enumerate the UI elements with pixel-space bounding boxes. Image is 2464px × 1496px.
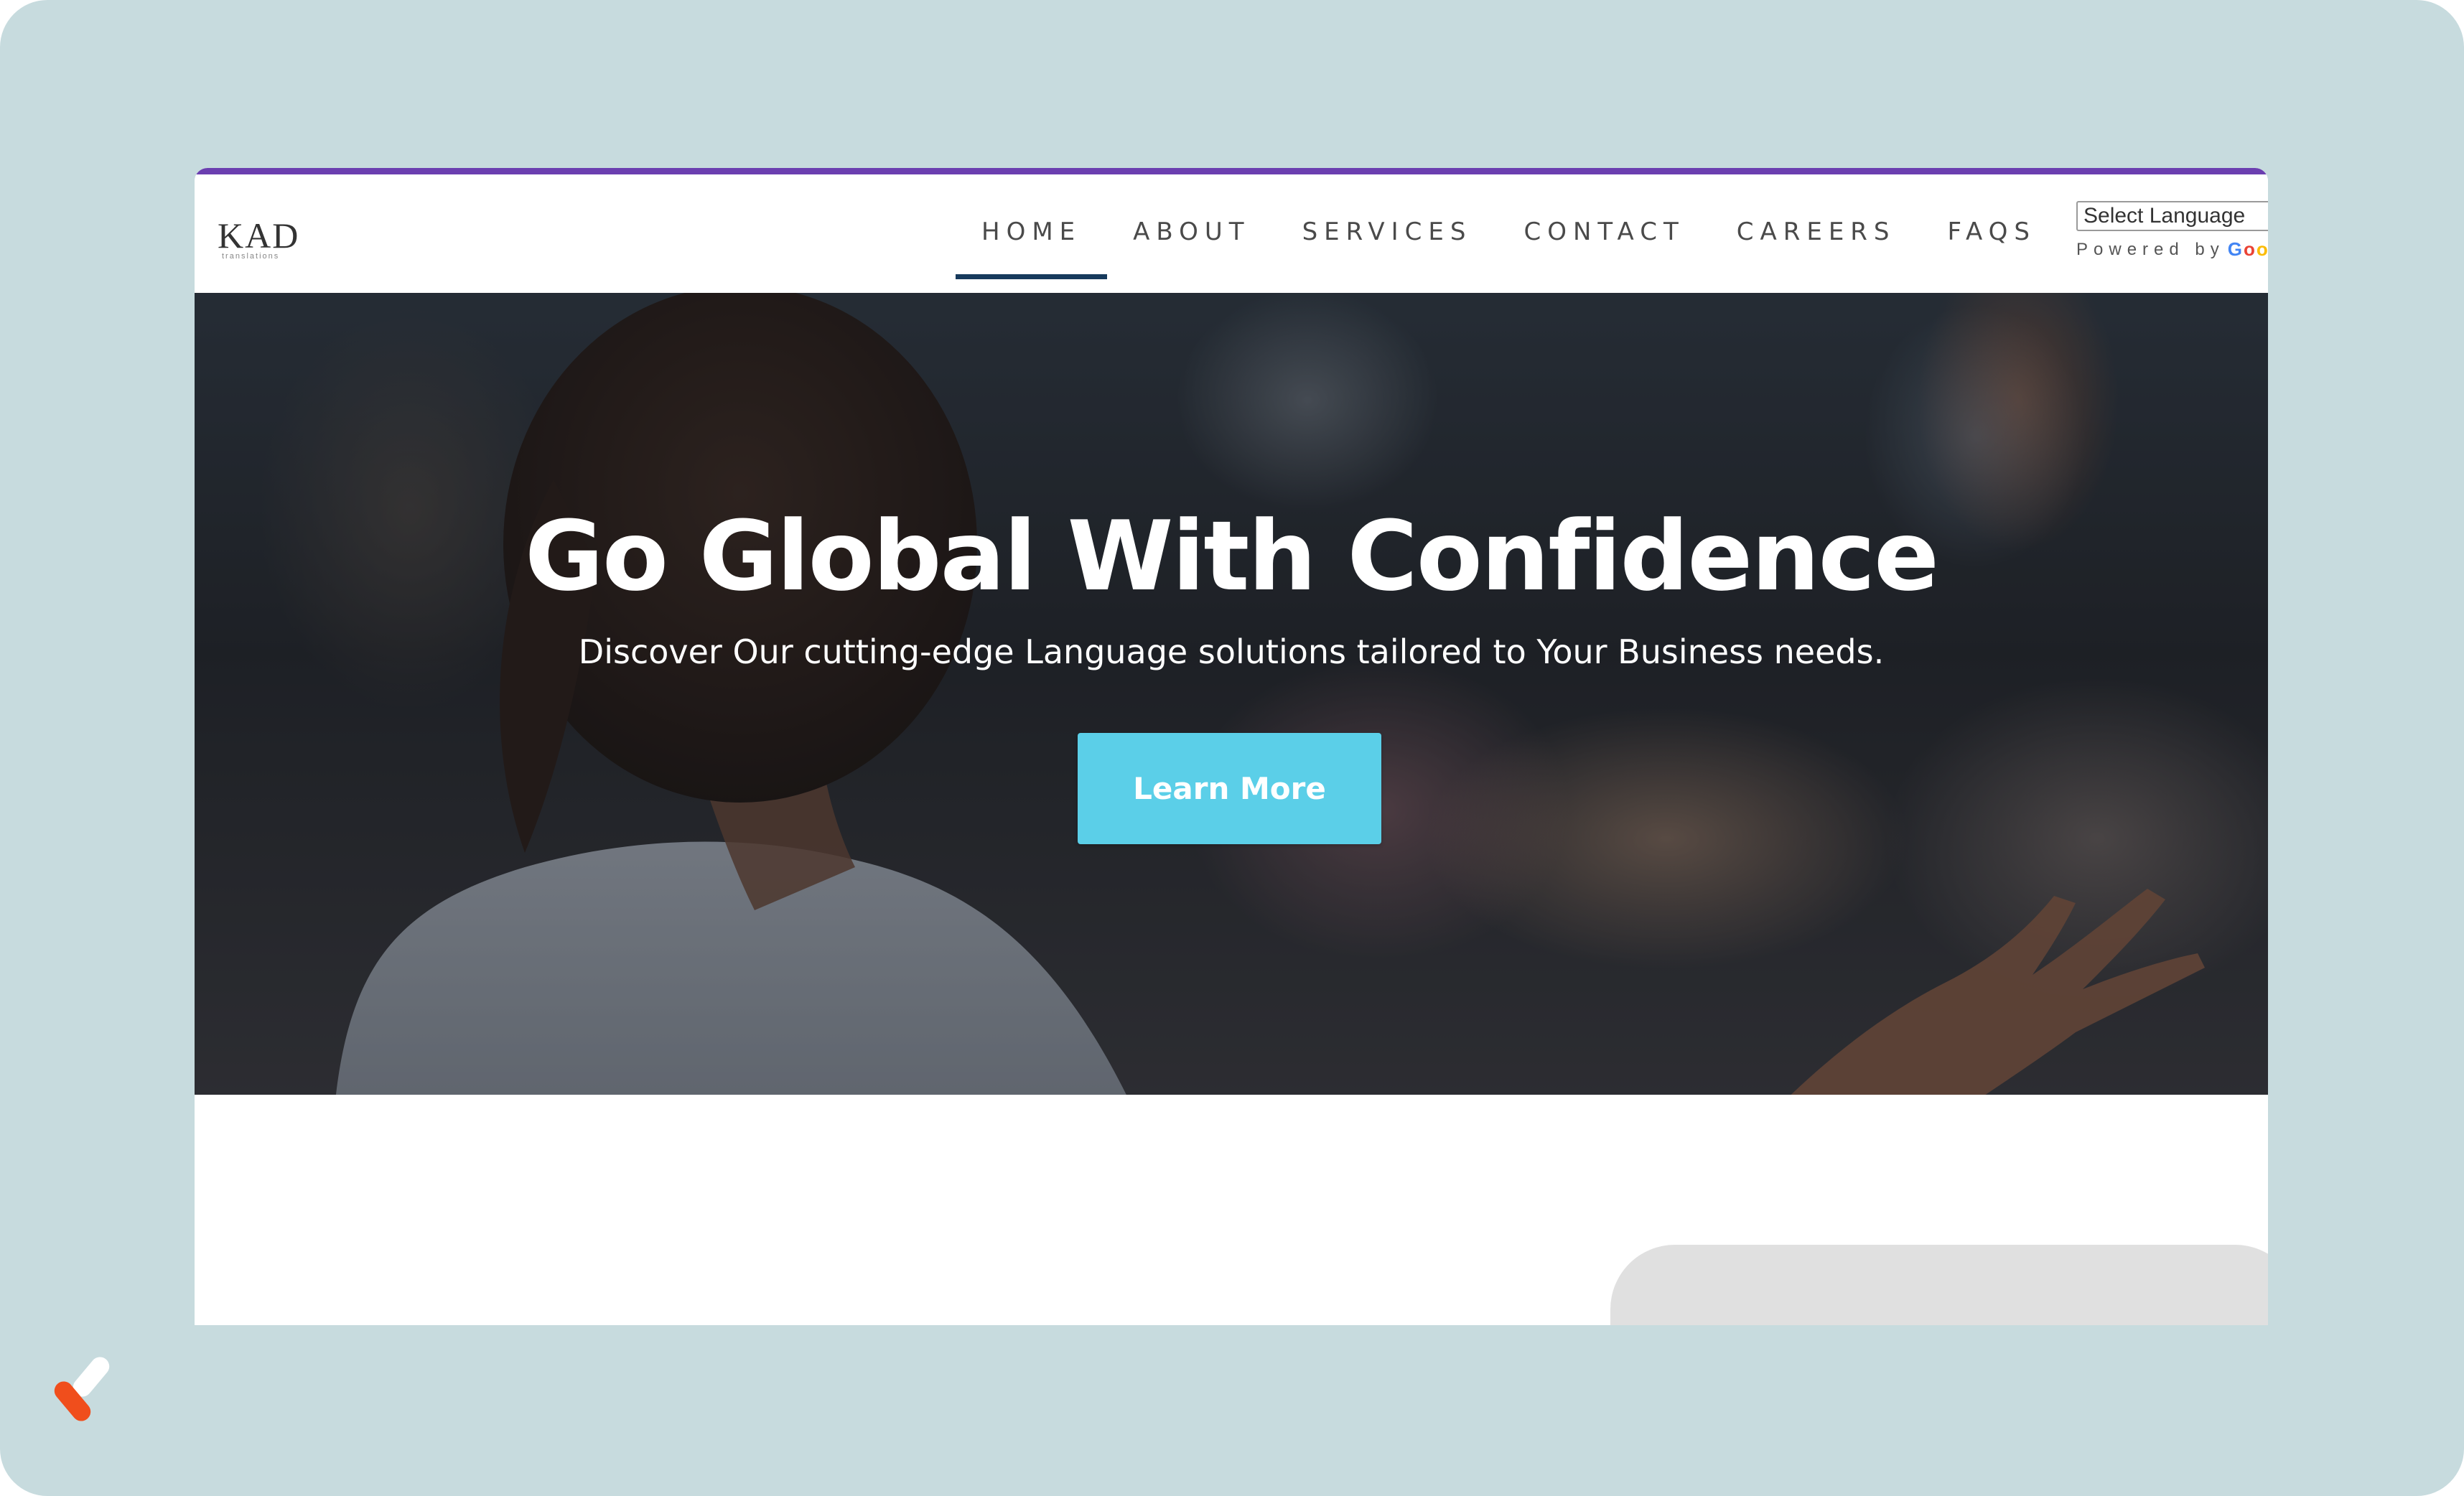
hero-title: Go Global With Confidence [525, 500, 1939, 612]
language-select[interactable]: Select Language [2076, 201, 2268, 231]
learn-more-button[interactable]: Learn More [1078, 733, 1381, 844]
nav-item-about[interactable]: ABOUT [1107, 174, 1276, 289]
google-logo-icon: Google [2227, 238, 2268, 260]
powered-by-google: Powered by Google [2076, 238, 2268, 261]
screenshot-frame: KAD translations HOME ABOUT SERVICES CON… [0, 0, 2464, 1496]
powered-by-text: Powered by [2076, 239, 2225, 259]
nav-item-services[interactable]: SERVICES [1277, 174, 1498, 289]
website-viewport: KAD translations HOME ABOUT SERVICES CON… [195, 168, 2268, 1325]
google-translate-widget: Select Language Powered by Google [2076, 201, 2268, 261]
brand-mark-icon [54, 1357, 110, 1421]
hero-dark-overlay [195, 293, 2268, 1095]
nav-item-faqs[interactable]: FAQS [1922, 174, 2062, 289]
nav-item-home[interactable]: HOME [956, 174, 1108, 289]
hero-section: Go Global With Confidence Discover Our c… [195, 293, 2268, 1095]
site-logo[interactable]: KAD translations [218, 218, 311, 261]
main-nav: HOME ABOUT SERVICES CONTACT CAREERS FAQS [956, 174, 2062, 289]
logo-name: KAD [218, 215, 300, 256]
nav-item-careers[interactable]: CAREERS [1711, 174, 1922, 289]
hero-subtitle: Discover Our cutting-edge Language solut… [578, 632, 1885, 671]
nav-item-contact[interactable]: CONTACT [1498, 174, 1710, 289]
grey-card-placeholder [1610, 1245, 2268, 1325]
top-accent-line [195, 168, 2268, 174]
content-section [195, 1095, 2268, 1325]
